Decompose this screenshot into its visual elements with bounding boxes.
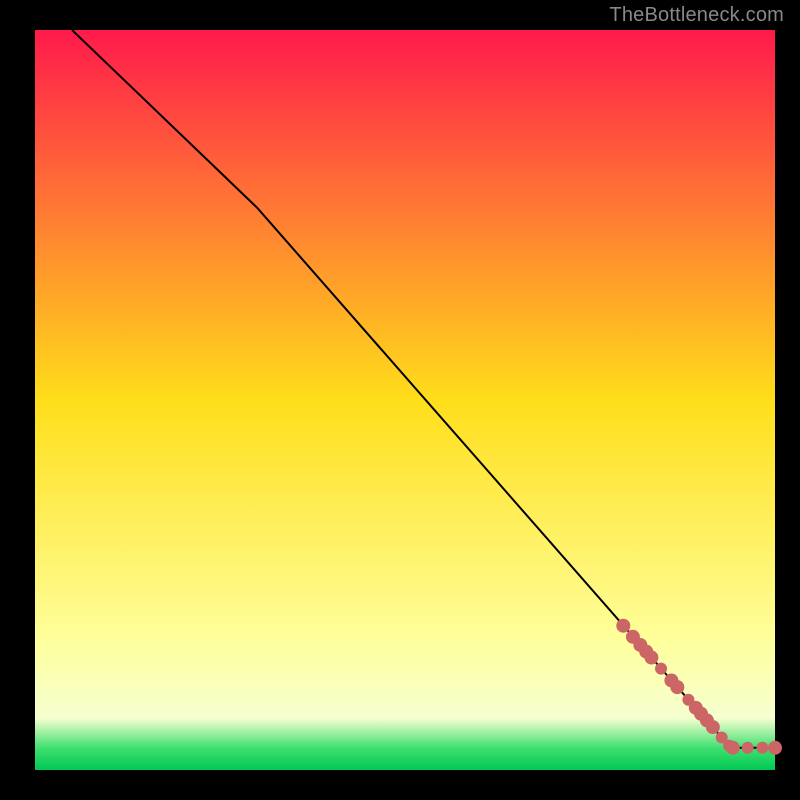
marker-dot	[742, 742, 754, 754]
marker-dot	[706, 720, 720, 734]
marker-dot	[726, 741, 740, 755]
marker-dot	[655, 663, 667, 675]
marker-dot	[768, 741, 782, 755]
marker-dot	[616, 619, 630, 633]
chart-canvas	[0, 0, 800, 800]
chart-frame: TheBottleneck.com	[0, 0, 800, 800]
marker-dot	[756, 742, 768, 754]
marker-dot	[644, 651, 658, 665]
plot-background	[35, 30, 775, 770]
marker-dot	[670, 680, 684, 694]
